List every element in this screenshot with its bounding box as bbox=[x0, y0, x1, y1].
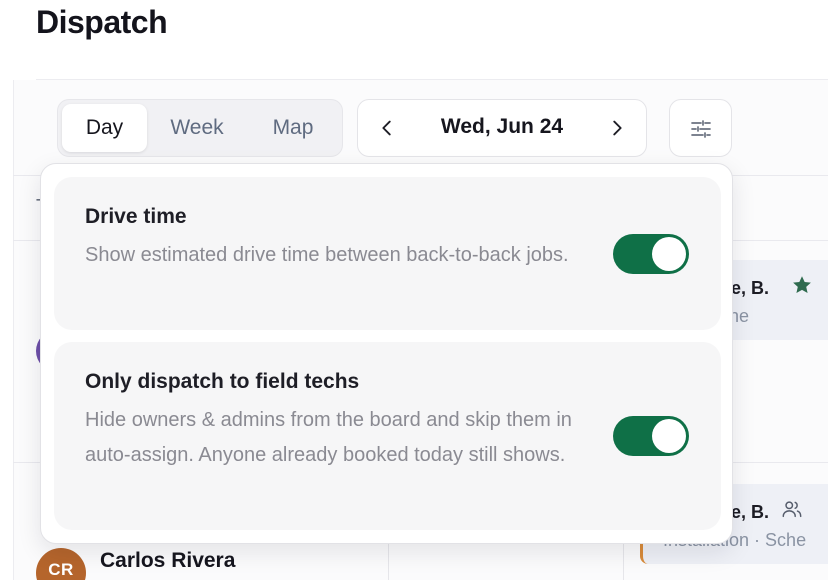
job-customer-name: e, B. bbox=[731, 502, 770, 522]
setting-description: Show estimated drive time between back-t… bbox=[85, 244, 569, 266]
current-date: Wed, Jun 24 bbox=[440, 115, 564, 138]
board-settings-popover: Drive time Show estimated drive time bet… bbox=[40, 163, 733, 544]
people-icon bbox=[781, 498, 803, 520]
page-title: Dispatch bbox=[36, 4, 168, 40]
setting-title: Only dispatch to field techs bbox=[85, 370, 360, 393]
board-settings-button[interactable] bbox=[669, 99, 732, 157]
tech-name: Carlos Rivera bbox=[100, 549, 236, 572]
star-icon bbox=[791, 274, 813, 296]
setting-description: Hide owners & admins from the board and … bbox=[85, 409, 572, 466]
chevron-right-icon[interactable] bbox=[606, 117, 628, 139]
setting-drive-time: Drive time Show estimated drive time bet… bbox=[54, 177, 721, 330]
tab-week[interactable]: Week bbox=[151, 104, 243, 152]
view-switcher: Day Week Map bbox=[57, 99, 343, 157]
field-techs-only-toggle[interactable] bbox=[613, 416, 689, 456]
toggle-knob bbox=[652, 237, 686, 271]
drive-time-toggle[interactable] bbox=[613, 234, 689, 274]
setting-field-techs-only: Only dispatch to field techs Hide owners… bbox=[54, 342, 721, 530]
job-customer-name: e, B. bbox=[731, 278, 770, 298]
sliders-icon bbox=[691, 120, 711, 138]
setting-title: Drive time bbox=[85, 205, 187, 228]
tab-day[interactable]: Day bbox=[62, 104, 147, 152]
date-navigator: Wed, Jun 24 bbox=[357, 99, 647, 157]
toggle-knob bbox=[652, 419, 686, 453]
tab-map[interactable]: Map bbox=[247, 104, 339, 152]
